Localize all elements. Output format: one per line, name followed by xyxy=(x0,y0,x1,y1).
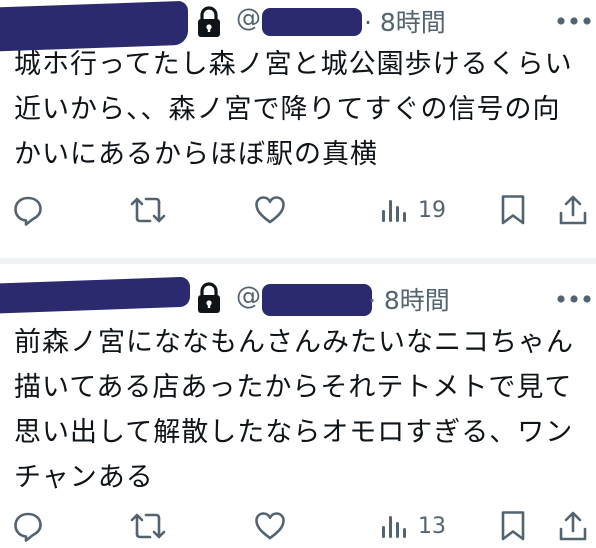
tweet[interactable]: @ · 8時間 前森ノ宮にななもんさんみたいなニコちゃん 描いてある店あったから… xyxy=(0,264,596,546)
action-bar: 13 xyxy=(0,504,596,548)
lock-icon xyxy=(198,6,220,37)
views-icon[interactable] xyxy=(380,514,410,540)
more-icon[interactable] xyxy=(556,294,592,304)
timestamp[interactable]: · 8時間 xyxy=(368,281,450,317)
reply-icon[interactable] xyxy=(12,510,44,542)
views-icon[interactable] xyxy=(380,198,410,224)
bookmark-icon[interactable] xyxy=(500,510,526,542)
handle-at: @ xyxy=(236,3,261,32)
retweet-icon[interactable] xyxy=(130,196,166,224)
lock-icon xyxy=(198,282,220,313)
tweet-text: 前森ノ宮にななもんさんみたいなニコちゃん 描いてある店あったからそれテトメトで見… xyxy=(14,327,574,493)
view-count: 13 xyxy=(418,514,446,539)
more-icon[interactable] xyxy=(556,16,592,26)
share-icon[interactable] xyxy=(558,194,588,226)
handle-redacted[interactable] xyxy=(262,284,372,316)
heart-icon[interactable] xyxy=(254,195,286,225)
share-icon[interactable] xyxy=(558,510,588,542)
heart-icon[interactable] xyxy=(254,511,286,541)
handle-redacted[interactable] xyxy=(262,8,362,36)
display-name-redacted[interactable] xyxy=(0,276,190,314)
view-count: 19 xyxy=(418,198,446,223)
reply-icon[interactable] xyxy=(12,194,44,226)
tweet-text: 城ホ行ってたし森ノ宮と城公園歩けるくらい 近いから、、森ノ宮で降りてすぐの信号の… xyxy=(14,49,573,170)
bookmark-icon[interactable] xyxy=(500,194,526,226)
handle-at: @ xyxy=(236,281,261,310)
tweet[interactable]: @ · 8時間 城ホ行ってたし森ノ宮と城公園歩けるくらい 近いから、、森ノ宮で降… xyxy=(0,0,596,258)
retweet-icon[interactable] xyxy=(130,512,166,540)
timestamp[interactable]: · 8時間 xyxy=(364,3,446,39)
tweet-header: @ · 8時間 xyxy=(0,264,596,316)
tweet-header: @ · 8時間 xyxy=(0,0,596,52)
action-bar: 19 xyxy=(0,188,596,232)
